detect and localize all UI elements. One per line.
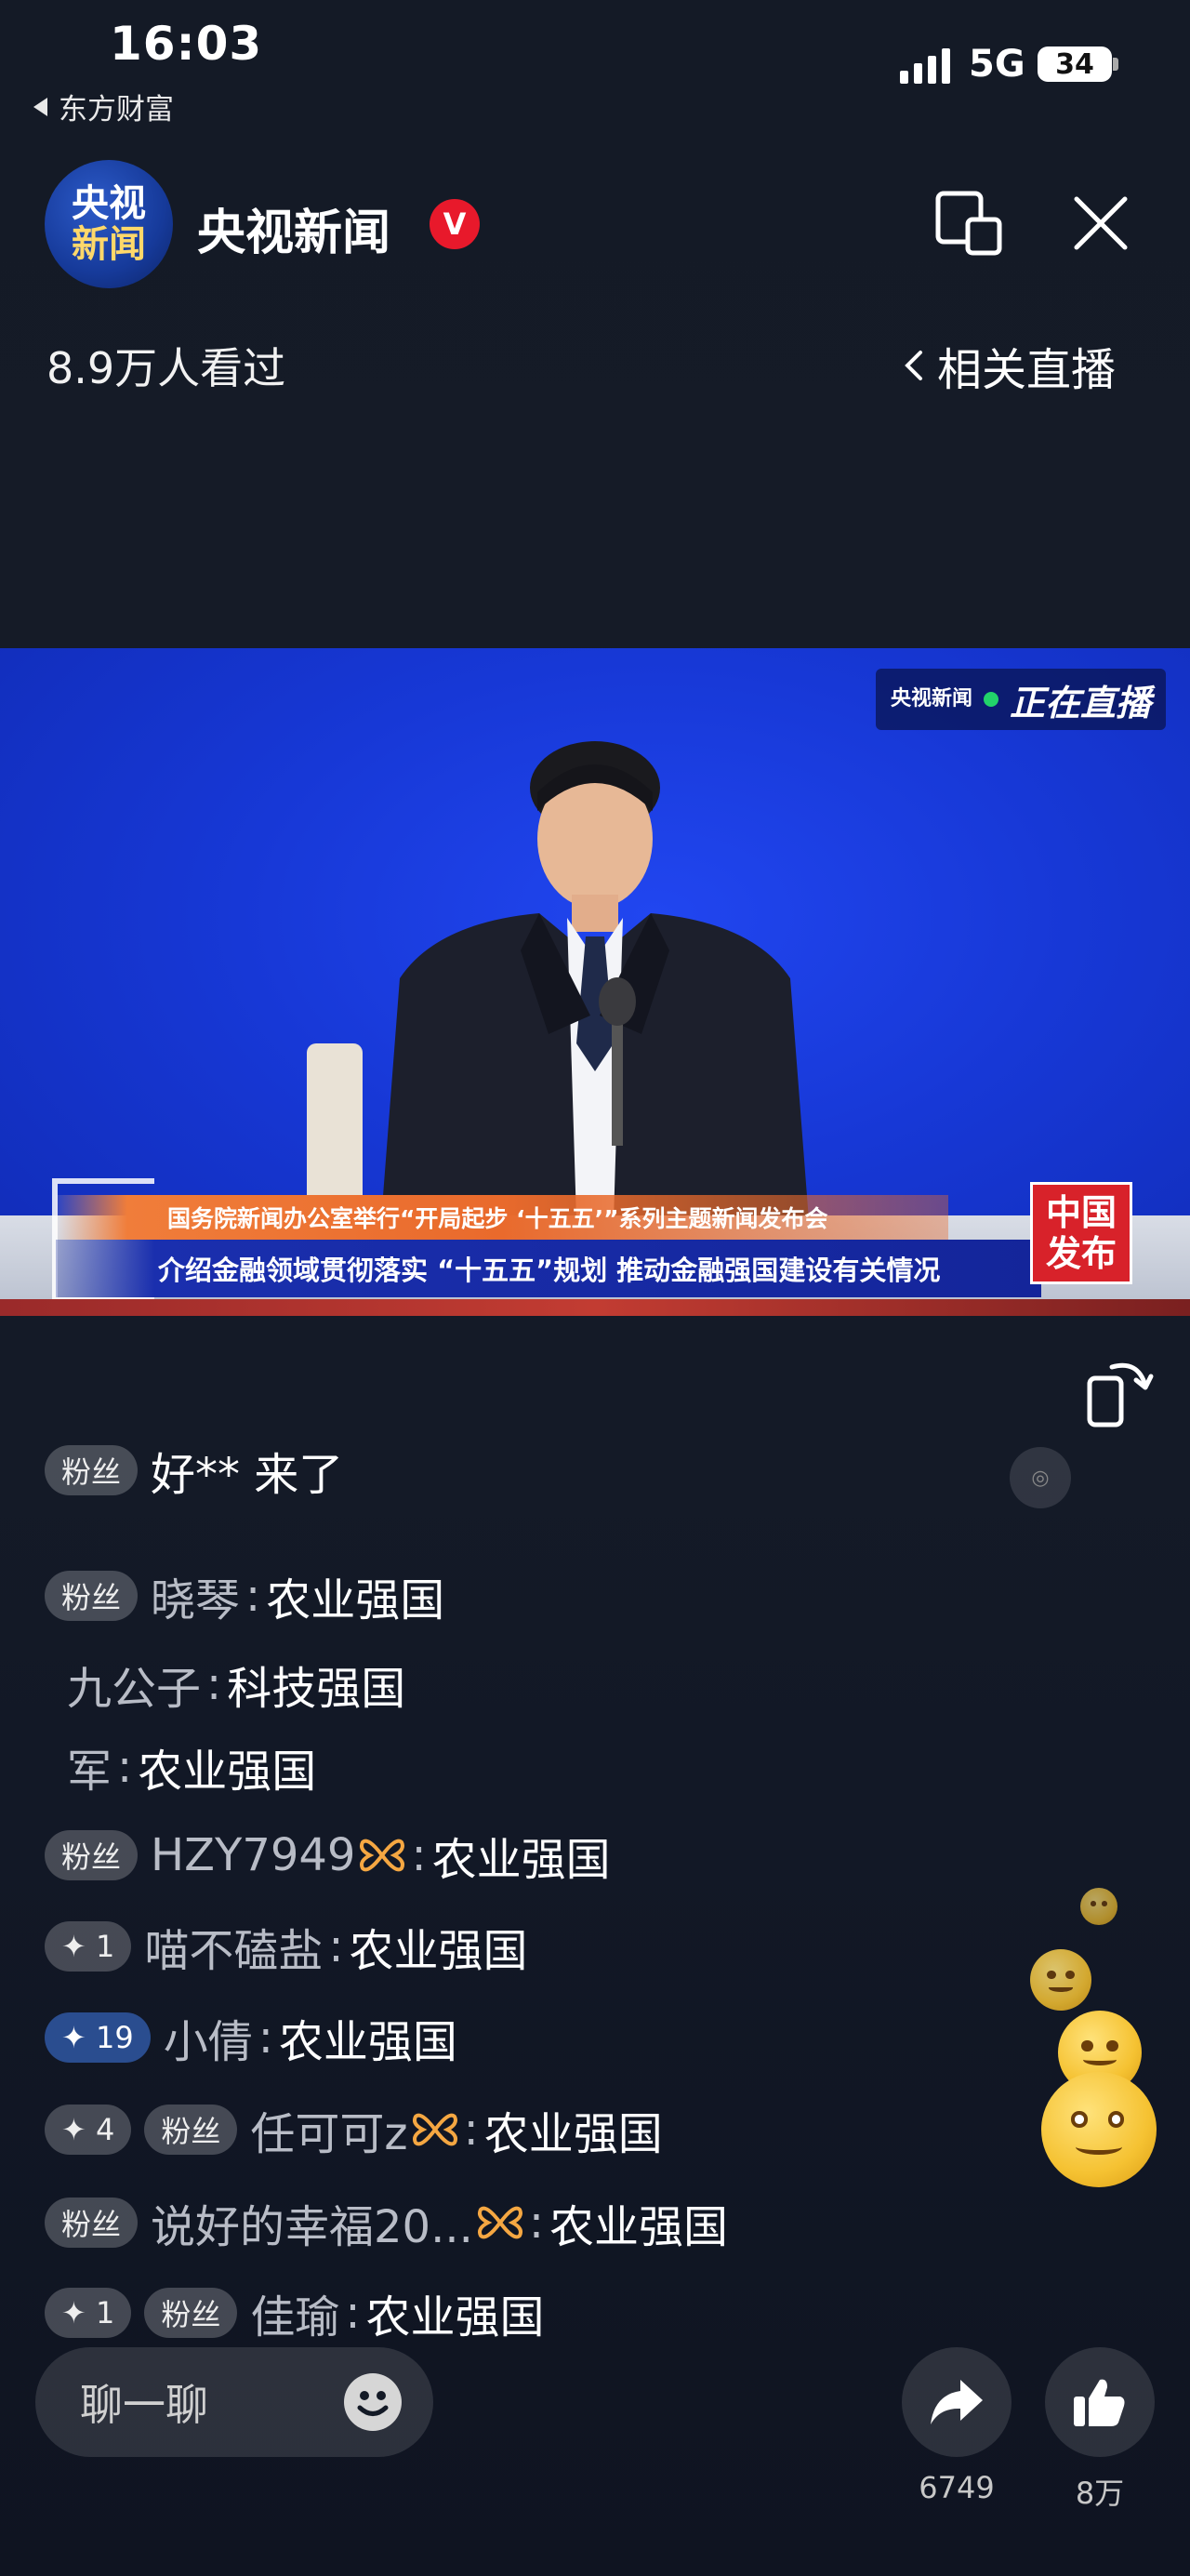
back-to-app-link[interactable]: 东方财富 xyxy=(33,86,174,127)
fan-badge: 粉丝 xyxy=(45,1445,139,1495)
like-count: 8万 xyxy=(1075,2476,1125,2511)
battery-icon: 34 xyxy=(1038,46,1112,82)
emoji-picker-icon[interactable] xyxy=(344,2373,402,2431)
chat-username[interactable]: 小倩 xyxy=(164,2005,253,2070)
chevron-left-icon xyxy=(905,351,922,380)
chat-message: ✦ 1 喵不磕盐: 农业强国 xyxy=(45,1914,528,1979)
chat-message-text: 农业强国 xyxy=(349,1925,528,1977)
news-banner-subtitle: 介绍金融领域贯彻落实 “十五五”规划 推动金融强国建设有关情况 xyxy=(56,1240,1041,1297)
pip-icon xyxy=(935,191,1002,256)
subscribe-icon[interactable]: ◎ xyxy=(1010,1447,1071,1508)
china-release-line2: 发布 xyxy=(1045,1233,1117,1274)
chat-separator: : xyxy=(117,1741,133,1793)
picture-in-picture-button[interactable] xyxy=(934,188,1005,259)
share-icon xyxy=(931,2380,983,2424)
fan-badge: 粉丝 xyxy=(144,2105,238,2155)
welcome-message: 粉丝 好** 来了 xyxy=(45,1438,343,1503)
chat-message: 军: 农业强国 xyxy=(67,1734,316,1799)
related-live-label: 相关直播 xyxy=(937,344,1117,396)
chat-message: ✦ 19 小倩: 农业强国 xyxy=(45,2005,457,2070)
level-badge: ✦ 1 xyxy=(45,1921,132,1972)
chat-separator: : xyxy=(258,2012,273,2064)
chat-message: ✦ 1 粉丝 佳瑜: 农业强国 xyxy=(45,2280,545,2345)
share-button[interactable] xyxy=(902,2347,1012,2457)
logo-text-bottom: 新闻 xyxy=(72,223,146,266)
level-badge: ✦ 4 xyxy=(45,2105,132,2155)
news-banner-title: 国务院新闻办公室举行“开局起步 ‘十五五’”系列主题新闻发布会 xyxy=(56,1195,948,1240)
chat-separator: : xyxy=(411,1829,427,1881)
chat-username[interactable]: 九公子 xyxy=(67,1652,201,1717)
butterfly-icon xyxy=(412,2113,457,2146)
verified-badge-icon: V xyxy=(430,199,480,249)
chat-message-text: 农业强国 xyxy=(266,1574,445,1627)
chat-separator: : xyxy=(245,1570,261,1622)
china-release-line1: 中国 xyxy=(1045,1192,1117,1233)
video-bottom-strip xyxy=(0,1299,1190,1316)
live-dot-icon xyxy=(983,692,998,707)
viewer-count: 8.9万人看过 xyxy=(46,343,286,393)
network-type: 5G xyxy=(969,43,1025,86)
channel-avatar[interactable]: 央视 新闻 xyxy=(45,160,173,288)
thumbs-up-icon xyxy=(1074,2379,1125,2426)
back-app-label: 东方财富 xyxy=(59,93,174,126)
fan-badge: 粉丝 xyxy=(144,2288,238,2338)
chat-username[interactable]: 任可可z xyxy=(250,2097,407,2162)
related-live-button[interactable]: 相关直播 xyxy=(904,333,1116,398)
rotate-screen-icon xyxy=(1087,1362,1154,1427)
speaker-figure xyxy=(307,741,809,1220)
chat-message-text: 农业强国 xyxy=(431,1834,611,1886)
live-video-player[interactable]: 央视新闻 正在直播 国务院新闻办公室举行“开局起步 ‘十五五’”系列主题新闻发布… xyxy=(0,648,1190,1316)
chat-message: 九公子: 科技强国 xyxy=(67,1652,405,1717)
back-arrow-icon xyxy=(33,97,47,116)
chat-message-text: 农业强国 xyxy=(278,2016,457,2068)
emoji-reaction-icon xyxy=(1080,1888,1117,1925)
butterfly-icon xyxy=(360,1839,405,1872)
welcome-text: 好** 来了 xyxy=(151,1449,344,1501)
chat-separator: : xyxy=(463,2104,479,2156)
chat-username[interactable]: 喵不磕盐 xyxy=(144,1914,323,1979)
chat-message: 粉丝 HZY7949: 农业强国 xyxy=(45,1823,611,1888)
chat-message-text: 农业强国 xyxy=(483,2108,663,2160)
emoji-reaction-icon xyxy=(1030,1949,1091,2011)
chat-message-text: 科技强国 xyxy=(227,1663,406,1715)
chat-separator: : xyxy=(206,1658,222,1710)
fan-badge: 粉丝 xyxy=(45,1830,139,1880)
channel-name[interactable]: 央视新闻 xyxy=(197,193,390,263)
chat-username[interactable]: HZY7949 xyxy=(151,1829,355,1881)
chat-message: 粉丝 说好的幸福20...: 农业强国 xyxy=(45,2190,728,2255)
chat-username[interactable]: 晓琴 xyxy=(151,1563,240,1628)
chat-username[interactable]: 说好的幸福20... xyxy=(151,2190,473,2255)
logo-text-top: 央视 xyxy=(72,182,146,225)
china-release-logo: 中国 发布 xyxy=(1030,1182,1132,1284)
close-button[interactable] xyxy=(1071,193,1130,253)
chat-separator: : xyxy=(328,1920,344,1972)
chat-message: ✦ 4 粉丝 任可可z: 农业强国 xyxy=(45,2097,663,2162)
chat-separator: : xyxy=(345,2287,361,2339)
status-time: 16:03 xyxy=(110,17,263,71)
chat-input-placeholder: 聊一聊 xyxy=(80,2380,208,2430)
chat-input[interactable]: 聊一聊 xyxy=(35,2347,433,2457)
battery-tip xyxy=(1113,58,1118,71)
cellular-signal-icon xyxy=(900,46,950,84)
chat-username[interactable]: 军 xyxy=(67,1734,112,1799)
fan-badge: 粉丝 xyxy=(45,2198,139,2248)
chat-message-text: 农业强国 xyxy=(138,1746,317,1798)
level-badge: ✦ 19 xyxy=(45,2012,151,2063)
chat-separator: : xyxy=(528,2197,545,2249)
chat-message-text: 农业强国 xyxy=(365,2291,545,2344)
live-badge-brand: 央视新闻 xyxy=(890,687,972,710)
butterfly-icon xyxy=(477,2206,522,2239)
like-button[interactable] xyxy=(1045,2347,1155,2457)
live-badge: 央视新闻 正在直播 xyxy=(875,669,1166,730)
emoji-reaction-icon xyxy=(1041,2072,1157,2187)
chat-username[interactable]: 佳瑜 xyxy=(250,2280,339,2345)
live-badge-text: 正在直播 xyxy=(1009,681,1151,724)
chat-message-text: 农业强国 xyxy=(549,2201,729,2253)
close-icon xyxy=(1074,196,1128,250)
share-count: 6749 xyxy=(919,2470,995,2505)
chat-message: 粉丝 晓琴: 农业强国 xyxy=(45,1563,444,1628)
rotate-screen-button[interactable] xyxy=(1084,1354,1155,1428)
level-badge: ✦ 1 xyxy=(45,2288,132,2338)
fan-badge: 粉丝 xyxy=(45,1571,139,1621)
